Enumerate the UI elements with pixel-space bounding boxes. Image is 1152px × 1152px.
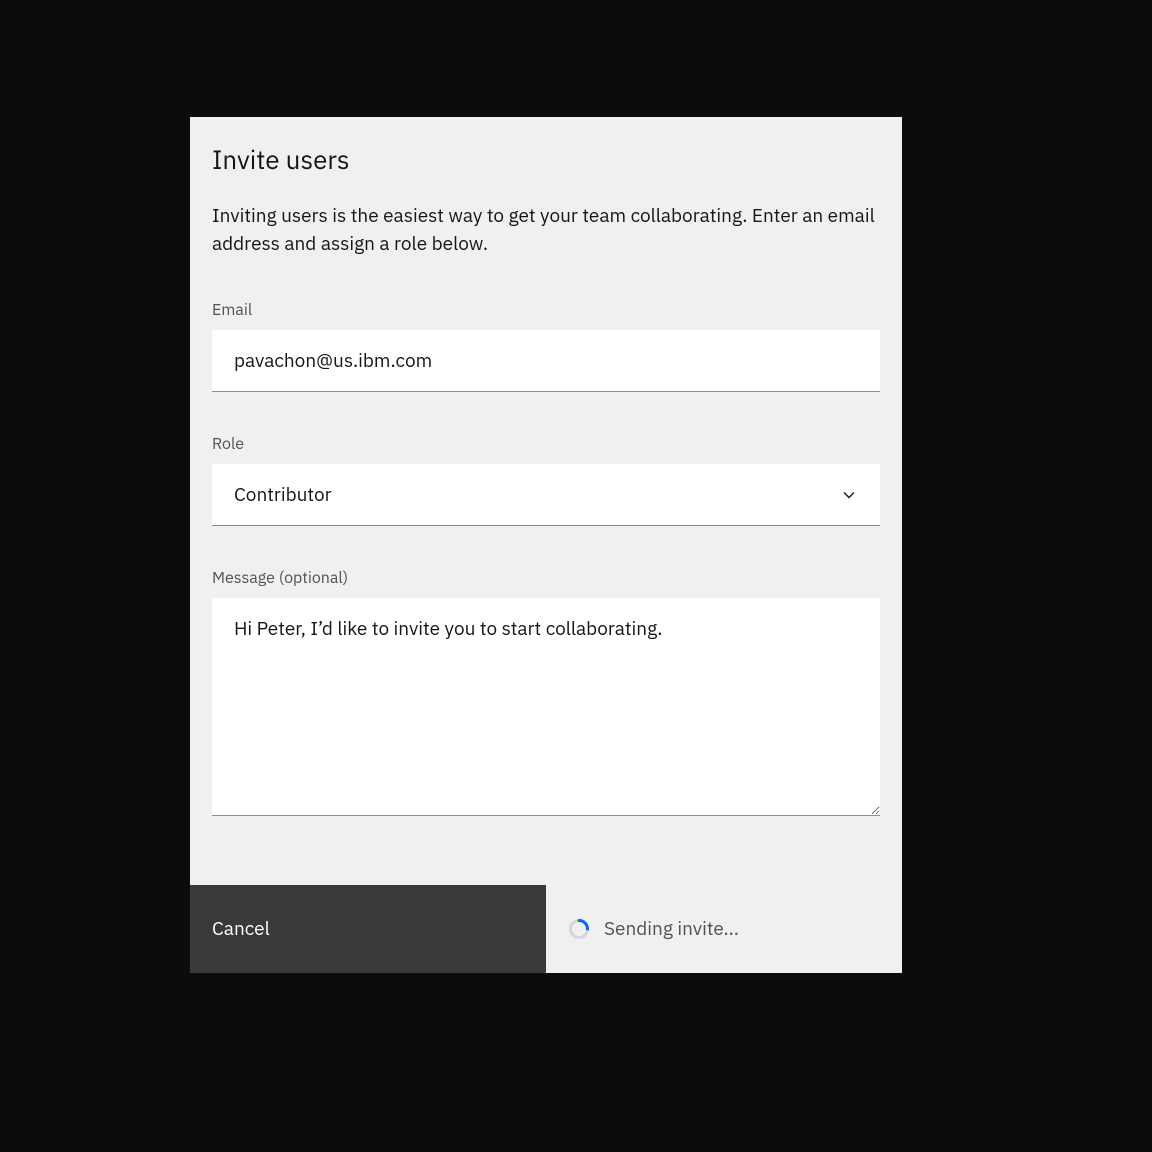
message-textarea[interactable]	[212, 598, 880, 816]
role-select[interactable]: Contributor	[212, 464, 880, 526]
email-label: Email	[212, 300, 880, 320]
submit-button-loading: Sending invite...	[546, 885, 902, 973]
cancel-button-label: Cancel	[212, 917, 270, 941]
role-selected-value: Contributor	[234, 483, 840, 507]
role-label: Role	[212, 434, 880, 454]
chevron-down-icon	[840, 486, 858, 504]
modal-description: Inviting users is the easiest way to get…	[212, 203, 880, 258]
message-field-group: Message (optional)	[212, 568, 880, 821]
cancel-button[interactable]: Cancel	[190, 885, 546, 973]
modal-body: Invite users Inviting users is the easie…	[190, 117, 902, 821]
email-input[interactable]	[212, 330, 880, 392]
loading-spinner-icon	[568, 918, 590, 940]
message-label: Message (optional)	[212, 568, 880, 588]
modal-footer: Cancel Sending invite...	[190, 885, 902, 973]
email-field-group: Email	[212, 300, 880, 392]
modal-title: Invite users	[212, 143, 880, 177]
submit-button-label: Sending invite...	[604, 917, 739, 941]
role-field-group: Role Contributor	[212, 434, 880, 526]
invite-users-modal: Invite users Inviting users is the easie…	[190, 117, 902, 973]
